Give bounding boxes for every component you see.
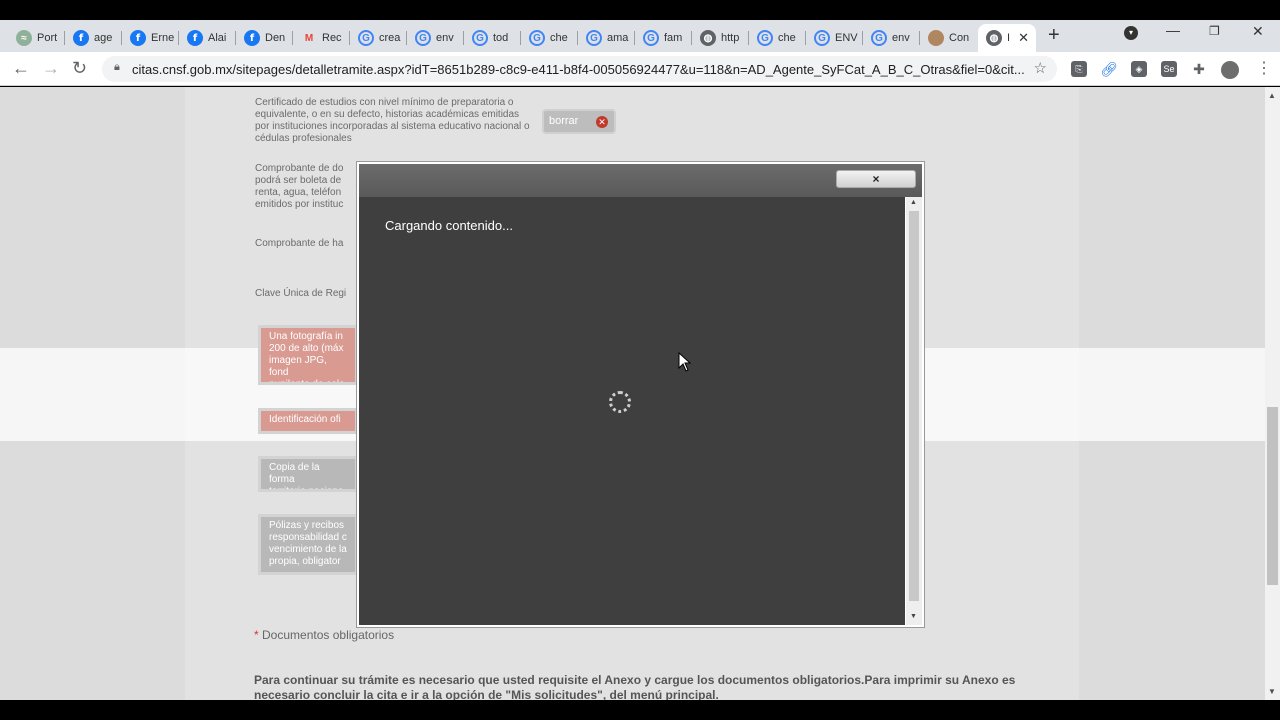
doc-certificado-label: Certificado de estudios con nivel mínimo… xyxy=(255,97,530,144)
tab-env-2[interactable]: Genv xyxy=(863,24,920,52)
google-icon: G xyxy=(871,30,887,46)
tab-http[interactable]: ◍ http xyxy=(692,24,749,52)
back-icon[interactable]: ← xyxy=(12,58,30,79)
scroll-up-icon[interactable]: ▲ xyxy=(1268,91,1276,100)
req-fotografia[interactable]: Una fotografía in 200 de alto (máx image… xyxy=(258,325,358,385)
scroll-down-icon[interactable]: ▼ xyxy=(1268,687,1276,696)
tab-che-2[interactable]: Gche xyxy=(749,24,806,52)
dialog-scrollbar[interactable]: ▲ ▼ xyxy=(906,197,922,625)
loading-text: Cargando contenido... xyxy=(385,218,513,233)
tab-age[interactable]: f age xyxy=(65,24,122,52)
req-copia-forma[interactable]: Copia de la forma territorio naciona xyxy=(258,456,358,492)
tab-strip: ≈ Port f age f Erne f Alai f Den M Rec Gcrea G… xyxy=(0,20,1280,52)
loading-dialog: Cargando contenido... ▲ ▼ xyxy=(356,161,925,628)
screen-bottom-border xyxy=(0,700,1280,720)
bookmark-star-icon[interactable]: ☆ xyxy=(1034,59,1047,77)
google-icon: G xyxy=(529,30,545,46)
dialog-close-button[interactable]: × xyxy=(836,170,916,188)
facebook-icon: f xyxy=(187,30,203,46)
required-asterisk: * xyxy=(254,628,259,642)
circle-icon xyxy=(928,30,944,46)
doc-comprobante-domicilio-label: Comprobante de do podrá ser boleta de re… xyxy=(255,163,344,210)
selenium-extension-icon[interactable]: Se xyxy=(1161,61,1177,77)
google-icon: G xyxy=(814,30,830,46)
page-scrollbar[interactable]: ▲ ▼ xyxy=(1265,87,1280,700)
tab-search-icon[interactable]: ▾ xyxy=(1124,26,1138,40)
tab-den[interactable]: f Den xyxy=(236,24,293,52)
address-bar: ← → ↻ 🔒︎ citas.cnsf.gob.mx/sitepages/det… xyxy=(0,52,1280,86)
req-identificacion[interactable]: Identificación ofi xyxy=(258,408,358,434)
menu-kebab-icon[interactable]: ⋮ xyxy=(1256,58,1272,78)
pdf-extension-icon[interactable]: ⎘ xyxy=(1071,61,1087,77)
google-icon: G xyxy=(757,30,773,46)
tab-ama[interactable]: Gama xyxy=(578,24,635,52)
lock-icon: 🔒︎ xyxy=(114,61,120,73)
req-polizas[interactable]: Pólizas y recibos responsabilidad c venc… xyxy=(258,514,358,575)
facebook-icon: f xyxy=(73,30,89,46)
google-icon: G xyxy=(643,30,659,46)
tab-tod[interactable]: Gtod xyxy=(464,24,521,52)
url-field[interactable]: 🔒︎ citas.cnsf.gob.mx/sitepages/detalletr… xyxy=(102,56,1057,82)
shield-extension-icon[interactable]: ◈ xyxy=(1131,61,1147,77)
gmail-icon: M xyxy=(304,32,314,44)
minimize-icon[interactable]: — xyxy=(1166,22,1180,38)
facebook-icon: f xyxy=(130,30,146,46)
tab-che[interactable]: Gche xyxy=(521,24,578,52)
profile-avatar[interactable] xyxy=(1221,61,1239,79)
tab-con[interactable]: Con xyxy=(920,24,977,52)
facebook-icon: f xyxy=(244,30,260,46)
dialog-scroll-up-icon[interactable]: ▲ xyxy=(910,199,917,206)
google-icon: G xyxy=(586,30,602,46)
reload-icon[interactable]: ↻ xyxy=(72,58,87,79)
google-icon: G xyxy=(472,30,488,46)
doc-comprobante-ha-label: Comprobante de ha xyxy=(255,238,344,249)
delete-icon: ✕ xyxy=(596,116,608,128)
tab-env-upper[interactable]: G ENV xyxy=(806,24,863,52)
instructions-text: Para continuar su trámite es necesario q… xyxy=(254,673,1016,700)
link-extension-icon[interactable]: 🔗︎ xyxy=(1100,61,1118,77)
tab-fam[interactable]: Gfam xyxy=(635,24,692,52)
globe-icon: ◍ xyxy=(986,30,1002,46)
extensions-puzzle-icon[interactable]: ✚ xyxy=(1191,61,1207,77)
doc-curp-label: Clave Única de Regi xyxy=(255,288,347,299)
borrar-button[interactable]: borrar ✕ xyxy=(542,109,616,134)
tab-erne[interactable]: f Erne xyxy=(122,24,179,52)
globe-icon: ◍ xyxy=(700,30,716,46)
tab-crea[interactable]: Gcrea xyxy=(350,24,407,52)
dialog-scrollbar-thumb[interactable] xyxy=(909,211,919,601)
forward-icon[interactable]: → xyxy=(42,58,60,79)
meadow-logo-icon: ≈ xyxy=(16,30,32,46)
tab-alai[interactable]: f Alai xyxy=(179,24,236,52)
tab-env[interactable]: Genv xyxy=(407,24,464,52)
screen-top-border xyxy=(0,0,1280,20)
documentos-obligatorios-label: * Documentos obligatorios xyxy=(254,628,395,642)
google-icon: G xyxy=(358,30,374,46)
restore-icon[interactable]: ❐ xyxy=(1209,24,1220,38)
tab-active[interactable]: ◍ I ✕ xyxy=(978,24,1036,52)
spinner-icon xyxy=(609,391,631,413)
mouse-cursor-icon xyxy=(678,352,692,372)
tab-rec[interactable]: M Rec xyxy=(293,24,350,52)
dialog-body: Cargando contenido... xyxy=(359,197,905,625)
tab-port[interactable]: ≈ Port xyxy=(8,24,65,52)
new-tab-icon[interactable]: + xyxy=(1048,24,1060,47)
dialog-scroll-down-icon[interactable]: ▼ xyxy=(910,613,917,620)
google-icon: G xyxy=(415,30,431,46)
url-text: citas.cnsf.gob.mx/sitepages/detalletrami… xyxy=(132,61,1025,77)
close-window-icon[interactable]: ✕ xyxy=(1252,23,1264,40)
close-tab-icon[interactable]: ✕ xyxy=(1018,30,1029,46)
scrollbar-thumb[interactable] xyxy=(1267,407,1278,585)
